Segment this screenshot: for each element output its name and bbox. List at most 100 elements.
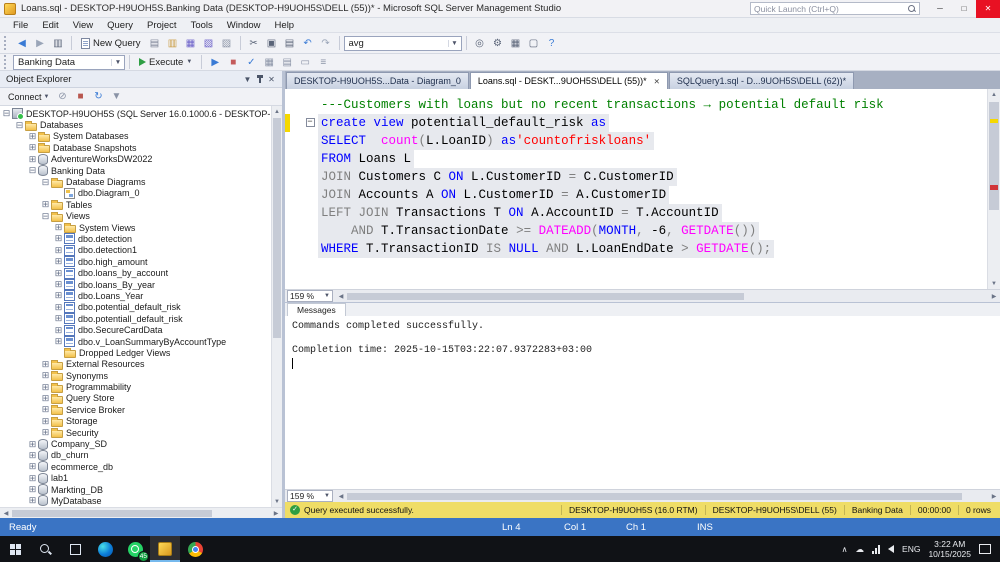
collapse-icon[interactable]: ⊟ xyxy=(15,121,24,130)
expand-icon[interactable]: ⊞ xyxy=(54,246,63,255)
tree-item[interactable]: ⊞Programmability xyxy=(0,381,270,392)
collapse-icon[interactable]: ⊟ xyxy=(2,109,11,118)
object-explorer-hscrollbar[interactable]: ◀ ▶ xyxy=(0,507,282,518)
tree-item[interactable]: ⊟Database Diagrams xyxy=(0,176,270,187)
results-grid-icon[interactable]: ▦ xyxy=(507,35,525,51)
taskbar-whatsapp-button[interactable]: 45 xyxy=(120,536,150,562)
tree-item[interactable]: ⊟Views xyxy=(0,211,270,222)
collapse-icon[interactable]: ⊟ xyxy=(28,166,37,175)
chevron-down-icon[interactable]: ▼ xyxy=(186,59,192,65)
expand-icon[interactable]: ⊞ xyxy=(54,326,63,335)
language-indicator[interactable]: ENG xyxy=(902,544,920,554)
query-options-icon[interactable]: ⚙ xyxy=(489,35,507,51)
cancel-query-icon[interactable]: ■ xyxy=(224,54,242,70)
filter-icon[interactable]: ▼ xyxy=(107,89,125,105)
collapse-icon[interactable]: ⊟ xyxy=(41,178,50,187)
tree-item[interactable]: ⊞dbo.high_amount xyxy=(0,256,270,267)
comment-icon[interactable]: ▭ xyxy=(296,54,314,70)
disconnect-icon[interactable]: ⊘ xyxy=(53,89,71,105)
expand-icon[interactable]: ⊞ xyxy=(54,314,63,323)
expand-icon[interactable]: ⊞ xyxy=(28,485,37,494)
scroll-down-icon[interactable]: ▼ xyxy=(272,496,282,507)
back-icon[interactable]: ◀ xyxy=(13,35,31,51)
menu-tools[interactable]: Tools xyxy=(184,20,220,31)
volume-icon[interactable] xyxy=(888,545,894,553)
menu-view[interactable]: View xyxy=(66,20,100,31)
pin-icon[interactable] xyxy=(254,74,265,84)
tree-item[interactable]: ⊞Security xyxy=(0,427,270,438)
tree-item[interactable]: ⊞Query Store xyxy=(0,393,270,404)
scroll-left-icon[interactable]: ◀ xyxy=(335,293,347,300)
connect-button[interactable]: Connect ▼ xyxy=(4,92,53,102)
start-button[interactable] xyxy=(0,536,30,562)
tree-item[interactable]: ⊞AdventureWorksDW2022 xyxy=(0,154,270,165)
editor-hscrollbar[interactable] xyxy=(347,291,988,302)
save-all-icon[interactable]: ▧ xyxy=(200,35,218,51)
close-tab-icon[interactable]: ✕ xyxy=(654,77,660,86)
tree-item[interactable]: ⊟Databases xyxy=(0,119,270,130)
find-combo[interactable]: avg ▼ xyxy=(344,36,462,51)
save-icon[interactable]: ▦ xyxy=(182,35,200,51)
object-explorer-vscrollbar[interactable]: ▲ ▼ xyxy=(271,106,282,507)
tree-item[interactable]: ⊞dbo.SecureCardData xyxy=(0,324,270,335)
open-file-icon[interactable]: ▥ xyxy=(164,35,182,51)
expand-icon[interactable]: ⊞ xyxy=(54,291,63,300)
undo-icon[interactable]: ↶ xyxy=(299,35,317,51)
taskbar-clock[interactable]: 3:22 AM 10/15/2025 xyxy=(928,539,971,559)
showplan-icon[interactable]: ▦ xyxy=(260,54,278,70)
scroll-up-icon[interactable]: ▲ xyxy=(272,106,282,117)
editor-zoom-select[interactable]: 159 % ▼ xyxy=(287,290,333,302)
parse-icon[interactable]: ✓ xyxy=(242,54,260,70)
taskbar-chrome-button[interactable] xyxy=(180,536,210,562)
code-line[interactable]: ---Customers with loans but no recent tr… xyxy=(285,96,987,114)
document-tab[interactable]: DESKTOP-H9UOH5S...Data - Diagram_0 xyxy=(286,72,469,89)
expand-icon[interactable]: ⊞ xyxy=(28,440,37,449)
editor-vscrollbar[interactable]: ▲ ▼ xyxy=(987,89,1000,289)
expand-icon[interactable]: ⊞ xyxy=(28,155,37,164)
taskbar-ssms-button[interactable] xyxy=(150,536,180,562)
network-icon[interactable] xyxy=(872,545,880,554)
expand-icon[interactable]: ⊞ xyxy=(41,383,50,392)
scrollbar-thumb[interactable] xyxy=(273,118,281,338)
expand-icon[interactable]: ⊞ xyxy=(41,405,50,414)
tree-item[interactable]: ⊞Storage xyxy=(0,416,270,427)
expand-icon[interactable]: ⊞ xyxy=(41,417,50,426)
task-view-button[interactable] xyxy=(60,536,90,562)
menu-query[interactable]: Query xyxy=(100,20,140,31)
results-text-icon[interactable]: ▤ xyxy=(278,54,296,70)
database-combo[interactable]: Banking Data ▼ xyxy=(13,55,125,70)
chevron-down-icon[interactable]: ▼ xyxy=(111,59,124,66)
collapse-region-button[interactable]: − xyxy=(302,114,318,132)
toolbar-grip[interactable] xyxy=(4,55,9,69)
tree-item[interactable]: ⊞lab1 xyxy=(0,473,270,484)
scroll-down-icon[interactable]: ▼ xyxy=(988,278,1000,289)
paste-icon[interactable]: ▤ xyxy=(281,35,299,51)
expand-icon[interactable]: ⊞ xyxy=(28,474,37,483)
taskbar-search-button[interactable] xyxy=(30,536,60,562)
scrollbar-thumb[interactable] xyxy=(347,293,744,300)
tree-item[interactable]: ⊞db_churn xyxy=(0,450,270,461)
tree-item[interactable]: ⊞dbo.Loans_Year xyxy=(0,290,270,301)
activity-monitor-icon[interactable]: ▥ xyxy=(49,35,67,51)
print-icon[interactable]: ▨ xyxy=(218,35,236,51)
messages-panel[interactable]: Commands completed successfully. Complet… xyxy=(285,316,1000,489)
code-line[interactable]: SELECT count(L.LoanID) as'countofriskloa… xyxy=(285,132,987,150)
expand-icon[interactable]: ⊞ xyxy=(54,223,63,232)
expand-icon[interactable]: ⊞ xyxy=(54,269,63,278)
expand-icon[interactable]: ⊞ xyxy=(41,371,50,380)
tree-item[interactable]: ⊞Tables xyxy=(0,199,270,210)
expand-icon[interactable]: ⊞ xyxy=(41,394,50,403)
scroll-right-icon[interactable]: ▶ xyxy=(988,293,1000,300)
collapse-icon[interactable]: ⊟ xyxy=(41,212,50,221)
tree-item[interactable]: ⊞dbo.detection xyxy=(0,233,270,244)
collapse-icon[interactable]: − xyxy=(306,118,315,127)
expand-icon[interactable]: ⊞ xyxy=(41,360,50,369)
menu-help[interactable]: Help xyxy=(268,20,302,31)
expand-icon[interactable]: ⊞ xyxy=(54,234,63,243)
tree-item[interactable]: ⊞Synonyms xyxy=(0,370,270,381)
tree-item[interactable]: ⊞dbo.v_LoanSummaryByAccountType xyxy=(0,336,270,347)
code-line[interactable]: JOIN Customers C ON L.CustomerID = C.Cus… xyxy=(285,168,987,186)
scroll-up-icon[interactable]: ▲ xyxy=(988,89,1000,100)
quick-launch-input[interactable]: Quick Launch (Ctrl+Q) xyxy=(750,2,920,15)
tray-expand-icon[interactable]: ∧ xyxy=(842,545,848,554)
